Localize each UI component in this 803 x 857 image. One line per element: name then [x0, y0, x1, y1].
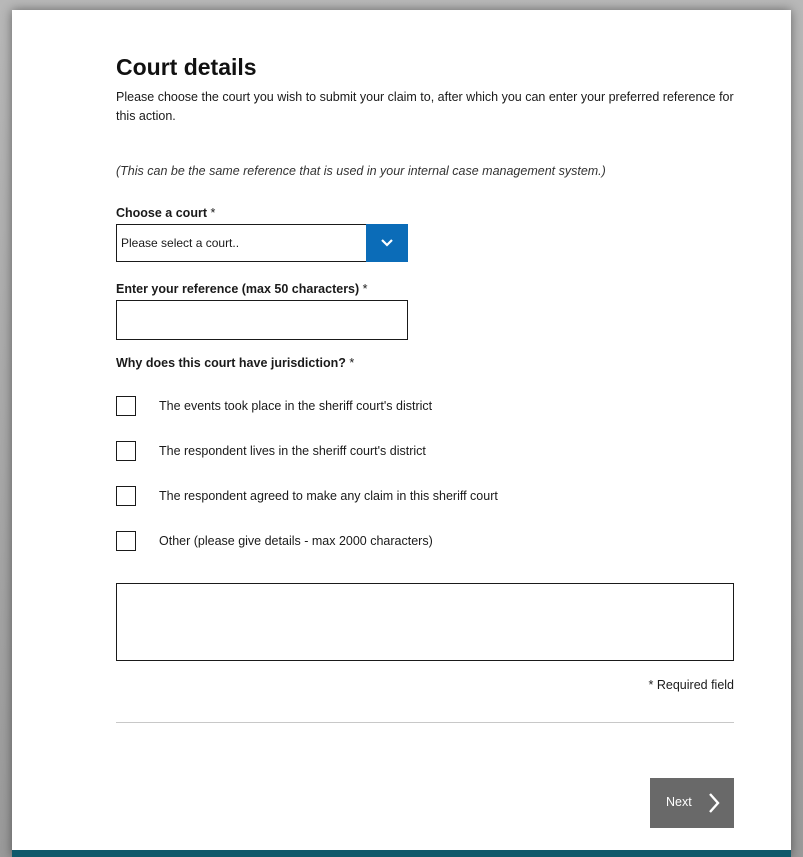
form-panel: Court details Please choose the court yo…: [12, 10, 791, 857]
checkbox-label: The respondent lives in the sheriff cour…: [159, 444, 426, 458]
checkbox[interactable]: [116, 441, 136, 461]
required-mark: *: [207, 206, 216, 220]
page-title: Court details: [116, 54, 257, 80]
divider: [116, 722, 734, 723]
checkbox[interactable]: [116, 486, 136, 506]
footer-bar: [12, 850, 791, 857]
next-button[interactable]: Next: [650, 778, 734, 828]
chevron-down-icon: [381, 239, 393, 247]
checkbox-label: The events took place in the sheriff cou…: [159, 399, 433, 413]
intro-text: Please choose the court you wish to subm…: [116, 90, 734, 123]
reference-note: (This can be the same reference that is …: [116, 164, 606, 178]
required-field-note: * Required field: [648, 678, 734, 692]
court-select[interactable]: Please select a court..: [116, 224, 408, 262]
reference-label: Enter your reference (max 50 characters)…: [116, 282, 368, 296]
jurisdiction-label-text: Why does this court have jurisdiction?: [116, 356, 346, 370]
required-mark: *: [359, 282, 368, 296]
checkbox-label: The respondent agreed to make any claim …: [159, 489, 498, 503]
checkbox[interactable]: [116, 396, 136, 416]
next-button-label: Next: [666, 795, 692, 809]
other-details-textarea[interactable]: [116, 583, 734, 661]
required-mark: *: [345, 356, 355, 370]
reference-input[interactable]: [116, 300, 408, 340]
court-select-value: Please select a court..: [121, 236, 240, 250]
court-select-label-text: Choose a court: [116, 206, 207, 220]
court-select-label: Choose a court *: [116, 206, 215, 220]
checkbox-label: Other (please give details - max 2000 ch…: [159, 534, 433, 548]
chevron-right-icon: [709, 793, 720, 813]
jurisdiction-label: Why does this court have jurisdiction? *: [116, 356, 354, 370]
checkbox[interactable]: [116, 531, 136, 551]
reference-label-text: Enter your reference (max 50 characters): [116, 282, 360, 296]
court-select-toggle[interactable]: [366, 224, 408, 262]
